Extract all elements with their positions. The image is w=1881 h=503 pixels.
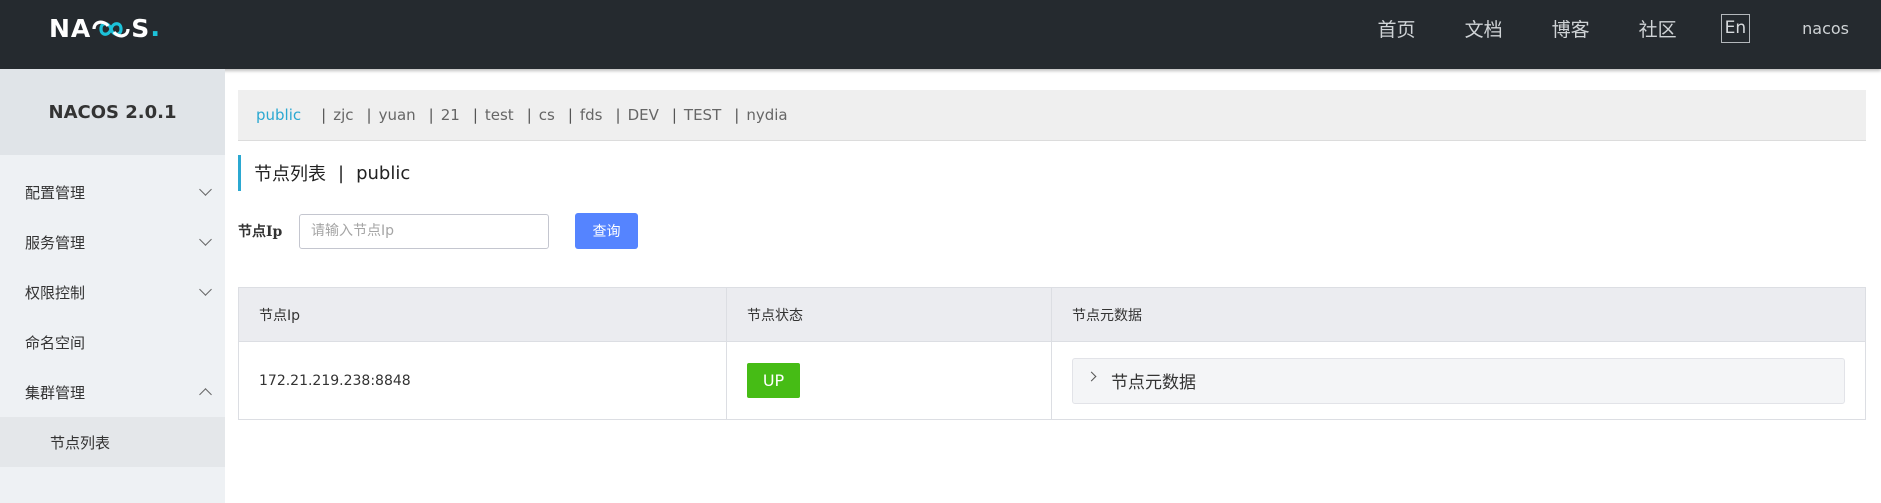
logo-text-left: NA xyxy=(49,14,92,43)
sidebar-menu: 配置管理 服务管理 权限控制 命名空间 集群管理 节点列表 xyxy=(0,167,225,467)
language-toggle-button[interactable]: En xyxy=(1720,13,1751,43)
namespace-tab[interactable]: zjc xyxy=(333,106,353,124)
logo-dot: . xyxy=(150,13,162,43)
namespace-tab[interactable]: yuan xyxy=(379,106,416,124)
sidebar-subitem-node-list[interactable]: 节点列表 xyxy=(0,417,225,467)
table-header: 节点Ip 节点状态 节点元数据 xyxy=(239,288,1865,342)
column-header-node-metadata: 节点元数据 xyxy=(1072,307,1142,324)
namespace-tab[interactable]: nydia xyxy=(746,106,787,124)
chevron-down-icon xyxy=(199,183,212,196)
search-form: 节点Ip 查询 xyxy=(238,213,1866,249)
page-title-namespace: public xyxy=(356,162,411,184)
column-header-node-status: 节点状态 xyxy=(727,288,1052,341)
namespace-separator: | xyxy=(472,106,478,124)
namespace-tab[interactable]: cs xyxy=(539,106,555,124)
namespace-separator: | xyxy=(615,106,621,124)
metadata-panel-label: 节点元数据 xyxy=(1111,373,1196,393)
node-ip-search-input[interactable] xyxy=(299,213,549,249)
namespace-separator: | xyxy=(526,106,532,124)
namespace-separator: | xyxy=(734,106,740,124)
top-header: NA S . 首页 文档 博客 社区 En nacos xyxy=(0,0,1881,69)
nav-blog[interactable]: 博客 xyxy=(1552,15,1590,42)
chevron-down-icon xyxy=(199,233,212,246)
nav-home[interactable]: 首页 xyxy=(1378,15,1416,42)
chevron-right-icon xyxy=(1086,371,1097,382)
logo-infinity-icon xyxy=(92,18,130,40)
node-table: 节点Ip 节点状态 节点元数据 172.21.219.238:8848 UP 节… xyxy=(238,287,1866,420)
sidebar-item-label: 服务管理 xyxy=(25,233,86,252)
main-content: public | zjc | yuan | 21 | test | cs | f… xyxy=(238,90,1866,420)
namespace-bar: public | zjc | yuan | 21 | test | cs | f… xyxy=(238,90,1866,141)
namespace-separator: | xyxy=(671,106,677,124)
sidebar-item-service-management[interactable]: 服务管理 xyxy=(0,217,225,267)
namespace-tab-public[interactable]: public xyxy=(256,106,301,124)
metadata-collapse-panel[interactable]: 节点元数据 xyxy=(1072,357,1845,404)
sidebar-item-label: 权限控制 xyxy=(25,283,86,302)
namespace-separator: | xyxy=(428,106,434,124)
sidebar-item-namespace[interactable]: 命名空间 xyxy=(0,317,225,367)
namespace-separator: | xyxy=(321,106,327,124)
sidebar-item-access-control[interactable]: 权限控制 xyxy=(0,267,225,317)
chevron-up-icon xyxy=(199,388,212,401)
sidebar-subitem-label: 节点列表 xyxy=(50,433,111,452)
sidebar-item-cluster-management[interactable]: 集群管理 xyxy=(0,367,225,417)
sidebar-item-label: 配置管理 xyxy=(25,183,86,202)
cell-node-metadata: 节点元数据 xyxy=(1052,342,1865,419)
query-button[interactable]: 查询 xyxy=(575,213,638,249)
namespace-tab[interactable]: test xyxy=(485,106,514,124)
namespace-tab[interactable]: TEST xyxy=(684,106,721,124)
nacos-logo[interactable]: NA S . xyxy=(49,13,161,43)
sidebar-title: NACOS 2.0.1 xyxy=(0,69,225,155)
namespace-separator: | xyxy=(567,106,573,124)
page-title-separator: | xyxy=(338,162,345,184)
node-ip-label: 节点Ip xyxy=(238,224,283,240)
table-row: 172.21.219.238:8848 UP 节点元数据 xyxy=(239,342,1865,419)
sidebar-item-label: 命名空间 xyxy=(25,333,86,352)
namespace-tab[interactable]: 21 xyxy=(441,106,460,124)
namespace-tab[interactable]: DEV xyxy=(628,106,659,124)
logo-text-right: S xyxy=(131,14,151,43)
cell-node-ip: 172.21.219.238:8848 xyxy=(239,342,727,419)
chevron-down-icon xyxy=(199,283,212,296)
top-nav: 首页 文档 博客 社区 En nacos xyxy=(1378,0,1881,56)
sidebar: NACOS 2.0.1 配置管理 服务管理 权限控制 命名空间 集群管理 节点列… xyxy=(0,69,225,503)
cell-node-status: UP xyxy=(727,342,1052,419)
sidebar-item-config-management[interactable]: 配置管理 xyxy=(0,167,225,217)
user-name[interactable]: nacos xyxy=(1802,19,1849,38)
column-header-node-ip: 节点Ip xyxy=(239,288,727,341)
nav-community[interactable]: 社区 xyxy=(1639,15,1677,42)
namespace-tab[interactable]: fds xyxy=(580,106,603,124)
page-title: 节点列表 | public xyxy=(238,155,1866,191)
nav-docs[interactable]: 文档 xyxy=(1465,15,1503,42)
status-badge: UP xyxy=(747,363,800,398)
page-title-text: 节点列表 xyxy=(254,164,326,185)
sidebar-item-label: 集群管理 xyxy=(25,383,86,402)
namespace-separator: | xyxy=(366,106,372,124)
